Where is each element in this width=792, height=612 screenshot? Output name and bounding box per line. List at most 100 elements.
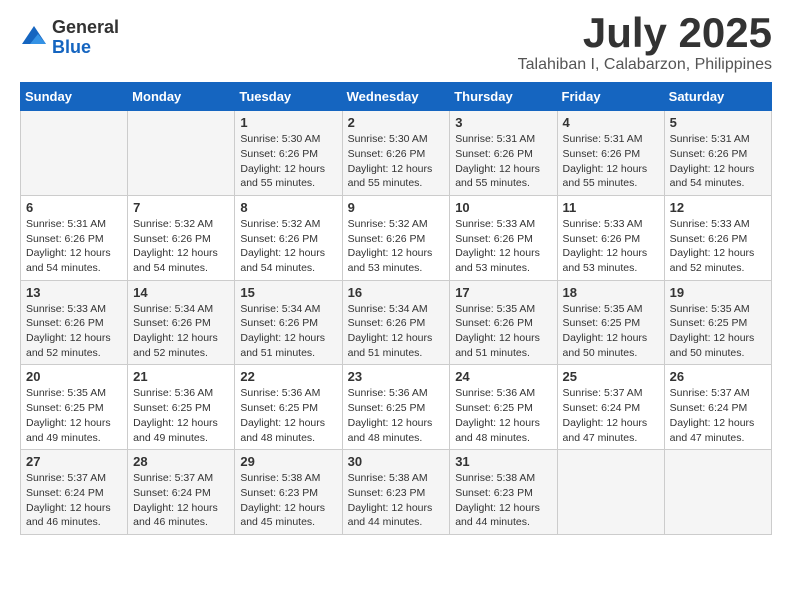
calendar-table: SundayMondayTuesdayWednesdayThursdayFrid…	[20, 82, 772, 535]
logo-general: General	[52, 18, 119, 38]
calendar-cell: 27Sunrise: 5:37 AMSunset: 6:24 PMDayligh…	[21, 450, 128, 535]
day-number: 28	[133, 454, 229, 469]
calendar-cell: 26 Sunrise: 5:37 AMSunset: 6:24 PMDayligh…	[664, 365, 771, 450]
day-info: Sunrise: 5:36 AMSunset: 6:25 PMDaylight:…	[133, 386, 229, 445]
logo-blue: Blue	[52, 38, 119, 58]
calendar-cell: 16 Sunrise: 5:34 AMSunset: 6:26 PMDayligh…	[342, 280, 450, 365]
calendar-cell: 22 Sunrise: 5:36 AMSunset: 6:25 PMDayligh…	[235, 365, 342, 450]
day-info: Sunrise: 5:37 AMSunset: 6:24 PMDaylight:…	[670, 386, 766, 445]
calendar-cell: 1 Sunrise: 5:30 AMSunset: 6:26 PMDaylight…	[235, 111, 342, 196]
day-number: 4	[563, 115, 659, 130]
calendar-cell: 29Sunrise: 5:38 AMSunset: 6:23 PMDayligh…	[235, 450, 342, 535]
day-info: Sunrise: 5:33 AMSunset: 6:26 PMDaylight:…	[670, 217, 766, 276]
calendar-cell: 12 Sunrise: 5:33 AMSunset: 6:26 PMDayligh…	[664, 195, 771, 280]
day-number: 30	[348, 454, 445, 469]
day-info: Sunrise: 5:35 AMSunset: 6:25 PMDaylight:…	[670, 302, 766, 361]
calendar-cell: 23Sunrise: 5:36 AMSunset: 6:25 PMDayligh…	[342, 365, 450, 450]
day-info: Sunrise: 5:35 AMSunset: 6:25 PMDaylight:…	[26, 386, 122, 445]
weekday-header-saturday: Saturday	[664, 83, 771, 111]
day-info: Sunrise: 5:37 AMSunset: 6:24 PMDaylight:…	[563, 386, 659, 445]
day-number: 6	[26, 200, 122, 215]
calendar-cell: 17Sunrise: 5:35 AMSunset: 6:26 PMDayligh…	[450, 280, 557, 365]
day-info: Sunrise: 5:33 AMSunset: 6:26 PMDaylight:…	[26, 302, 122, 361]
day-info: Sunrise: 5:31 AMSunset: 6:26 PMDaylight:…	[563, 132, 659, 191]
calendar-cell: 14 Sunrise: 5:34 AMSunset: 6:26 PMDayligh…	[128, 280, 235, 365]
calendar-cell	[21, 111, 128, 196]
calendar-cell	[664, 450, 771, 535]
day-info: Sunrise: 5:31 AMSunset: 6:26 PMDaylight:…	[455, 132, 551, 191]
day-info: Sunrise: 5:32 AMSunset: 6:26 PMDaylight:…	[240, 217, 336, 276]
calendar-week-5: 27 Sunrise: 5:37 AMSunset: 6:24 PMDayligh…	[21, 450, 772, 535]
day-info: Sunrise: 5:33 AMSunset: 6:26 PMDaylight:…	[455, 217, 551, 276]
calendar-cell: 5Sunrise: 5:31 AMSunset: 6:26 PMDaylight…	[664, 111, 771, 196]
calendar-week-3: 13 Sunrise: 5:33 AMSunset: 6:26 PMDayligh…	[21, 280, 772, 365]
day-info: Sunrise: 5:30 AMSunset: 6:26 PMDaylight:…	[240, 132, 336, 191]
title-block: July 2025 Talahiban I, Calabarzon, Phili…	[518, 10, 772, 74]
weekday-header-monday: Monday	[128, 83, 235, 111]
day-number: 21	[133, 369, 229, 384]
day-info: Sunrise: 5:38 AMSunset: 6:23 PMDaylight:…	[455, 471, 551, 530]
day-info: Sunrise: 5:36 AMSunset: 6:25 PMDaylight:…	[240, 386, 336, 445]
calendar-cell: 7Sunrise: 5:32 AMSunset: 6:26 PMDaylight…	[128, 195, 235, 280]
day-number: 31	[455, 454, 551, 469]
calendar-cell: 10 Sunrise: 5:33 AMSunset: 6:26 PMDayligh…	[450, 195, 557, 280]
logo-icon	[20, 24, 48, 52]
calendar-cell: 28 Sunrise: 5:37 AMSunset: 6:24 PMDayligh…	[128, 450, 235, 535]
calendar-cell: 15 Sunrise: 5:34 AMSunset: 6:26 PMDayligh…	[235, 280, 342, 365]
day-number: 27	[26, 454, 122, 469]
calendar-week-2: 6 Sunrise: 5:31 AMSunset: 6:26 PMDaylight…	[21, 195, 772, 280]
calendar-cell: 20Sunrise: 5:35 AMSunset: 6:25 PMDayligh…	[21, 365, 128, 450]
day-info: Sunrise: 5:33 AMSunset: 6:26 PMDaylight:…	[563, 217, 659, 276]
calendar-week-1: 1 Sunrise: 5:30 AMSunset: 6:26 PMDaylight…	[21, 111, 772, 196]
day-number: 25	[563, 369, 659, 384]
day-number: 14	[133, 285, 229, 300]
day-info: Sunrise: 5:35 AMSunset: 6:26 PMDaylight:…	[455, 302, 551, 361]
day-info: Sunrise: 5:38 AMSunset: 6:23 PMDaylight:…	[348, 471, 445, 530]
calendar-cell: 8 Sunrise: 5:32 AMSunset: 6:26 PMDaylight…	[235, 195, 342, 280]
calendar-cell: 25 Sunrise: 5:37 AMSunset: 6:24 PMDayligh…	[557, 365, 664, 450]
calendar-cell: 13 Sunrise: 5:33 AMSunset: 6:26 PMDayligh…	[21, 280, 128, 365]
page-header: General Blue July 2025 Talahiban I, Cala…	[20, 10, 772, 74]
day-info: Sunrise: 5:37 AMSunset: 6:24 PMDaylight:…	[133, 471, 229, 530]
day-info: Sunrise: 5:35 AMSunset: 6:25 PMDaylight:…	[563, 302, 659, 361]
day-number: 22	[240, 369, 336, 384]
calendar-cell: 11 Sunrise: 5:33 AMSunset: 6:26 PMDayligh…	[557, 195, 664, 280]
calendar-cell: 4 Sunrise: 5:31 AMSunset: 6:26 PMDaylight…	[557, 111, 664, 196]
weekday-header-friday: Friday	[557, 83, 664, 111]
day-number: 13	[26, 285, 122, 300]
day-number: 18	[563, 285, 659, 300]
day-info: Sunrise: 5:32 AMSunset: 6:26 PMDaylight:…	[133, 217, 229, 276]
day-number: 10	[455, 200, 551, 215]
day-number: 8	[240, 200, 336, 215]
calendar-cell: 18 Sunrise: 5:35 AMSunset: 6:25 PMDayligh…	[557, 280, 664, 365]
day-info: Sunrise: 5:34 AMSunset: 6:26 PMDaylight:…	[133, 302, 229, 361]
day-number: 12	[670, 200, 766, 215]
calendar-cell: 21 Sunrise: 5:36 AMSunset: 6:25 PMDayligh…	[128, 365, 235, 450]
weekday-header-row: SundayMondayTuesdayWednesdayThursdayFrid…	[21, 83, 772, 111]
calendar-cell: 19Sunrise: 5:35 AMSunset: 6:25 PMDayligh…	[664, 280, 771, 365]
day-number: 1	[240, 115, 336, 130]
calendar-cell: 31 Sunrise: 5:38 AMSunset: 6:23 PMDayligh…	[450, 450, 557, 535]
day-info: Sunrise: 5:34 AMSunset: 6:26 PMDaylight:…	[348, 302, 445, 361]
day-number: 16	[348, 285, 445, 300]
day-number: 3	[455, 115, 551, 130]
calendar-cell	[128, 111, 235, 196]
day-info: Sunrise: 5:32 AMSunset: 6:26 PMDaylight:…	[348, 217, 445, 276]
location-title: Talahiban I, Calabarzon, Philippines	[518, 56, 772, 74]
weekday-header-wednesday: Wednesday	[342, 83, 450, 111]
calendar-cell: 30 Sunrise: 5:38 AMSunset: 6:23 PMDayligh…	[342, 450, 450, 535]
day-info: Sunrise: 5:36 AMSunset: 6:25 PMDaylight:…	[348, 386, 445, 445]
weekday-header-sunday: Sunday	[21, 83, 128, 111]
day-number: 26	[670, 369, 766, 384]
day-number: 9	[348, 200, 445, 215]
calendar-cell: 9 Sunrise: 5:32 AMSunset: 6:26 PMDaylight…	[342, 195, 450, 280]
day-info: Sunrise: 5:34 AMSunset: 6:26 PMDaylight:…	[240, 302, 336, 361]
day-info: Sunrise: 5:31 AMSunset: 6:26 PMDaylight:…	[26, 217, 122, 276]
calendar-cell: 6 Sunrise: 5:31 AMSunset: 6:26 PMDaylight…	[21, 195, 128, 280]
weekday-header-tuesday: Tuesday	[235, 83, 342, 111]
logo-text: General Blue	[52, 18, 119, 58]
day-info: Sunrise: 5:38 AMSunset: 6:23 PMDaylight:…	[240, 471, 336, 530]
day-number: 11	[563, 200, 659, 215]
day-number: 15	[240, 285, 336, 300]
calendar-cell: 24Sunrise: 5:36 AMSunset: 6:25 PMDayligh…	[450, 365, 557, 450]
